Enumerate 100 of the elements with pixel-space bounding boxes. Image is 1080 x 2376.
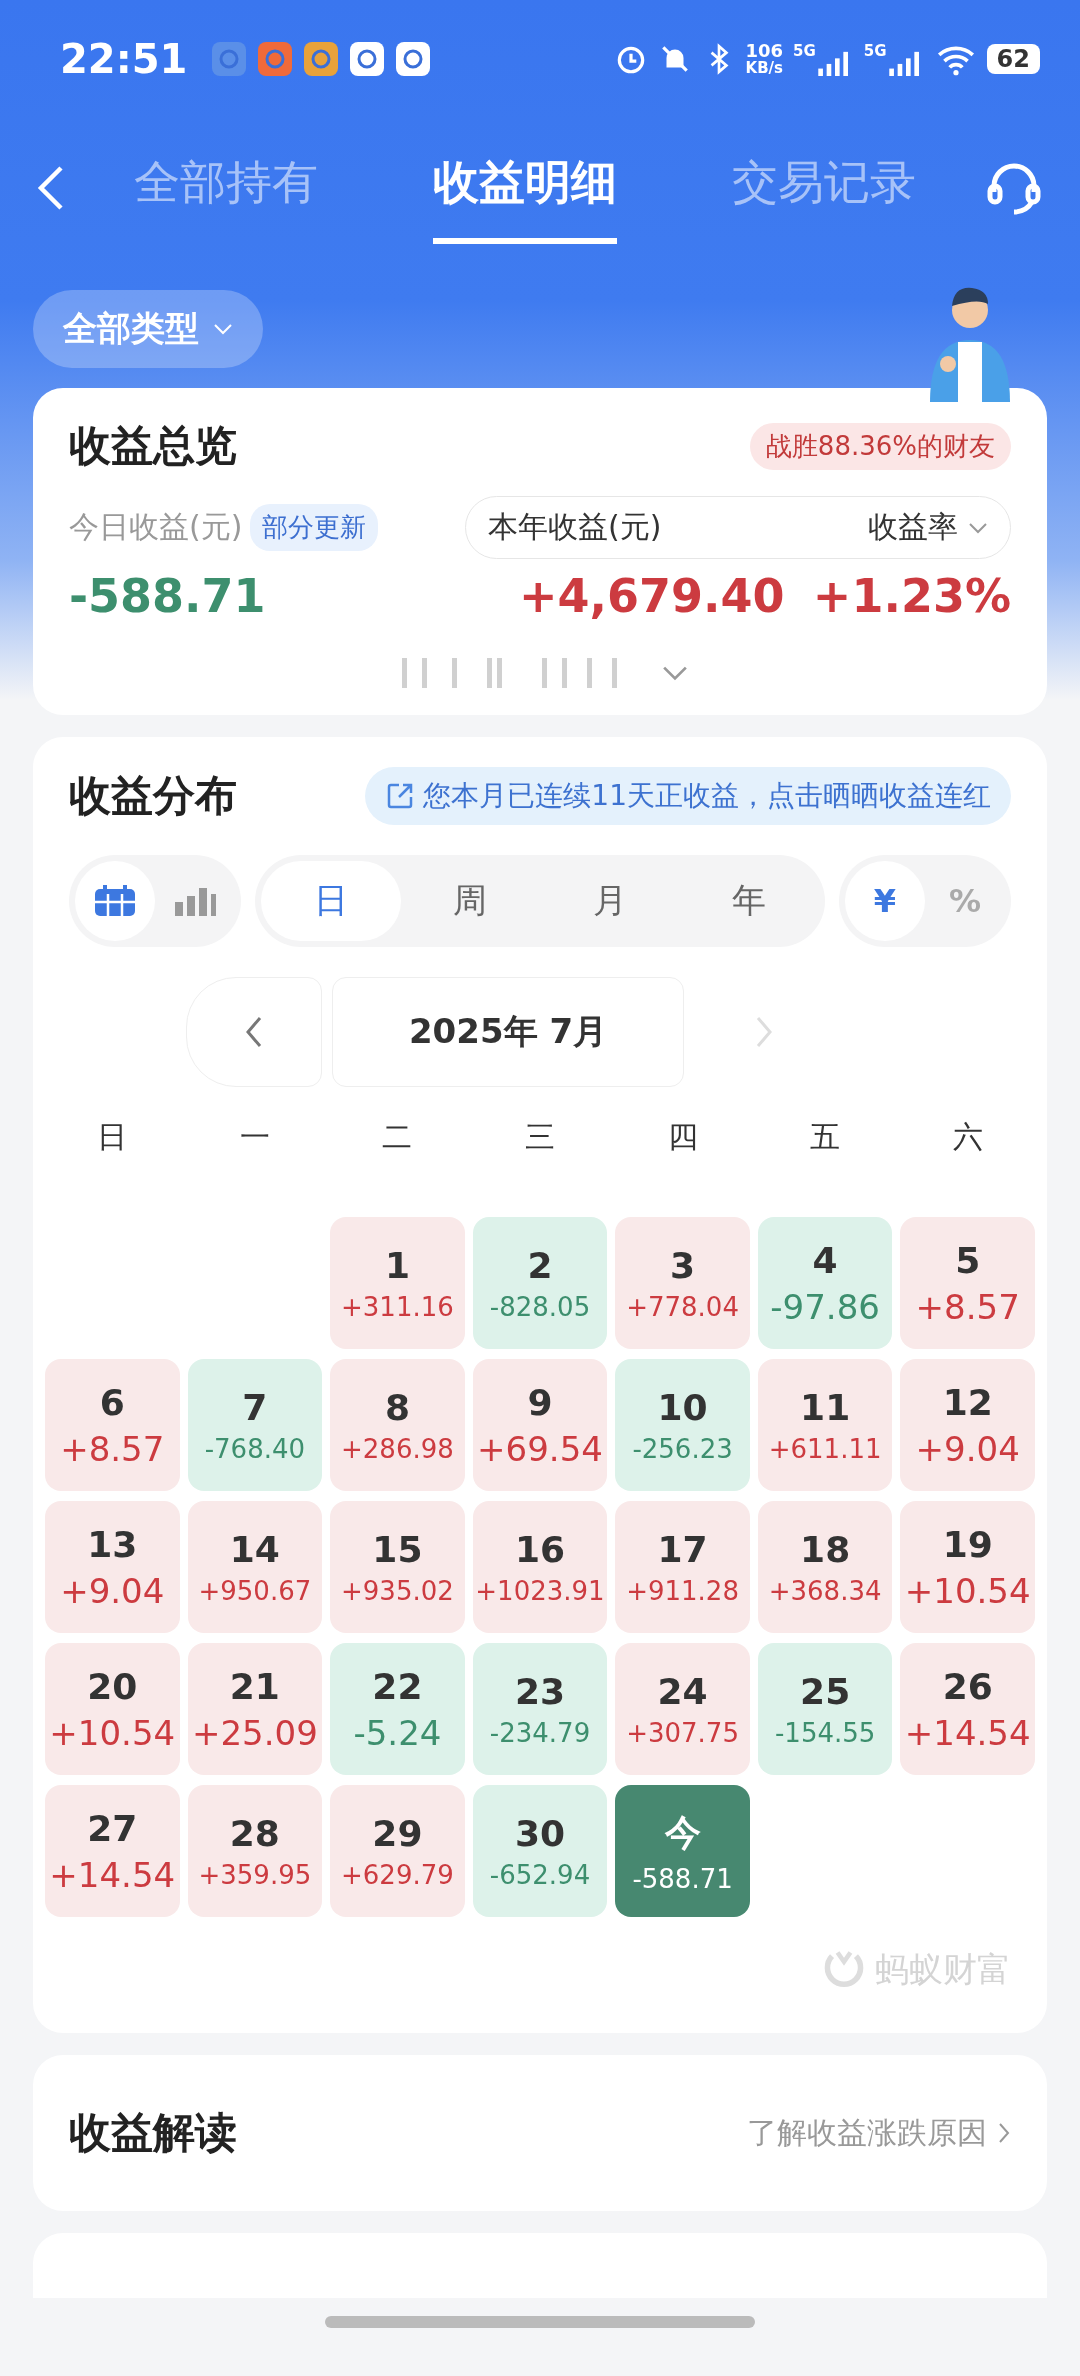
day-profit: +368.34 <box>768 1575 882 1606</box>
day-profit: +950.67 <box>198 1575 312 1606</box>
day-number: 25 <box>800 1670 851 1712</box>
calendar-day[interactable]: 1 +311.16 <box>330 1217 465 1349</box>
day-number: 18 <box>800 1528 851 1570</box>
network-type: 5G <box>793 42 816 60</box>
share-banner[interactable]: 您本月已连续11天正收益，点击晒晒收益连红 <box>365 767 1011 825</box>
period-tab[interactable]: 周 <box>400 861 540 941</box>
day-profit: -97.86 <box>770 1286 880 1327</box>
calendar-day[interactable]: 9 +69.54 <box>472 1359 608 1491</box>
day-profit: +9.04 <box>915 1428 1020 1469</box>
period-tab[interactable]: 日 <box>261 861 401 941</box>
net-speed: 106 <box>745 41 784 61</box>
calendar-day[interactable]: 2 -828.05 <box>472 1217 608 1349</box>
day-profit: -5.24 <box>353 1712 442 1753</box>
day-profit: -828.05 <box>489 1291 591 1322</box>
card-title: 收益分布 <box>69 770 237 822</box>
net-unit: KB/s <box>745 60 784 77</box>
day-number: 22 <box>372 1665 423 1707</box>
day-number: 4 <box>812 1239 838 1281</box>
calendar-day[interactable]: 21 +25.09 <box>187 1643 323 1775</box>
calendar-day[interactable]: 22 -5.24 <box>330 1643 465 1775</box>
calendar-day[interactable]: 6 +8.57 <box>45 1359 180 1491</box>
calendar-day[interactable]: 25 -154.55 <box>757 1643 893 1775</box>
weekday-label: 二 <box>381 1118 414 1156</box>
calendar-day[interactable]: 30 -652.94 <box>472 1785 608 1917</box>
day-profit: +25.09 <box>191 1712 318 1753</box>
calendar-day[interactable]: 28 +359.95 <box>187 1785 323 1917</box>
period-tab[interactable]: 月 <box>540 861 680 941</box>
status-time: 22:51 <box>60 36 188 82</box>
calendar-day[interactable]: 18 +368.34 <box>757 1501 893 1633</box>
day-number: 29 <box>372 1812 423 1854</box>
day-profit: +9.04 <box>60 1570 165 1611</box>
calendar-day[interactable]: 23 -234.79 <box>472 1643 608 1775</box>
day-number: 24 <box>657 1670 708 1712</box>
period-tab[interactable]: 年 <box>679 861 819 941</box>
day-number: 今 <box>664 1810 701 1855</box>
weekday-label: 三 <box>524 1118 556 1156</box>
day-profit: +8.57 <box>915 1286 1020 1327</box>
day-profit: +611.11 <box>768 1433 882 1464</box>
calendar-day[interactable]: 今 -588.71 <box>615 1785 750 1917</box>
rank-badge: 战胜88.36%的财友 <box>749 422 1011 470</box>
calendar-day[interactable]: 4 -97.86 <box>757 1217 893 1349</box>
day-profit: +311.16 <box>341 1291 454 1322</box>
day-profit: -234.79 <box>489 1717 591 1748</box>
calendar-day[interactable]: 3 +778.04 <box>615 1217 750 1349</box>
calendar-day[interactable]: 14 +950.67 <box>187 1501 323 1633</box>
day-number: 5 <box>955 1239 981 1281</box>
day-profit: +14.54 <box>49 1854 176 1895</box>
day-number: 23 <box>514 1670 566 1712</box>
day-profit: +14.54 <box>904 1712 1031 1753</box>
tab[interactable]: 收益明细 <box>433 132 617 244</box>
day-profit: -154.55 <box>774 1717 876 1748</box>
calendar-day[interactable]: 29 +629.79 <box>330 1785 465 1917</box>
day-profit: +286.98 <box>341 1433 454 1464</box>
weekday-label: 五 <box>809 1118 842 1156</box>
day-profit: -588.71 <box>632 1863 733 1894</box>
day-profit: +1023.91 <box>475 1575 605 1606</box>
rate-label: 收益率 <box>868 508 958 546</box>
day-profit: +629.79 <box>341 1859 454 1890</box>
unit-toggle[interactable]: ¥ <box>845 861 925 941</box>
rate-value: +1.23% <box>812 569 1011 623</box>
day-number: 17 <box>657 1528 708 1570</box>
day-number: 15 <box>372 1528 423 1570</box>
calendar-day[interactable]: 10 -256.23 <box>615 1359 750 1491</box>
day-number: 3 <box>670 1244 696 1286</box>
calendar-day[interactable]: 11 +611.11 <box>757 1359 893 1491</box>
calendar-day[interactable]: 27 +14.54 <box>45 1785 180 1917</box>
year-label: 本年收益(元) <box>488 508 662 546</box>
day-number: 2 <box>527 1244 553 1286</box>
today-value: -588.71 <box>69 569 266 623</box>
day-number: 12 <box>942 1381 993 1423</box>
day-profit: -768.40 <box>204 1433 306 1464</box>
network-type: 5G <box>863 42 887 60</box>
calendar-day[interactable]: 8 +286.98 <box>330 1359 465 1491</box>
calendar-day[interactable]: 13 +9.04 <box>45 1501 180 1633</box>
calendar-day[interactable]: 16 +1023.91 <box>472 1501 608 1633</box>
calendar-day[interactable]: 15 +935.02 <box>330 1501 465 1633</box>
calendar-day[interactable]: 12 +9.04 <box>900 1359 1035 1491</box>
calendar-day[interactable]: 24 +307.75 <box>615 1643 750 1775</box>
weekday-label: 四 <box>666 1118 699 1156</box>
day-profit: +69.54 <box>477 1428 603 1469</box>
calendar-day[interactable]: 17 +911.28 <box>615 1501 750 1633</box>
weekday-label: 六 <box>951 1118 984 1156</box>
today-label: 今日收益(元) <box>69 508 243 546</box>
day-profit: +911.28 <box>626 1575 739 1606</box>
calendar-day[interactable]: 19 +10.54 <box>900 1501 1035 1633</box>
day-number: 16 <box>514 1528 566 1570</box>
day-number: 7 <box>242 1386 268 1428</box>
calendar-day[interactable]: 7 -768.40 <box>187 1359 323 1491</box>
day-number: 11 <box>800 1386 851 1428</box>
day-profit: +8.57 <box>60 1428 165 1469</box>
calendar-day[interactable]: 5 +8.57 <box>900 1217 1035 1349</box>
day-profit: +935.02 <box>341 1575 454 1606</box>
calendar-day[interactable]: 26 +14.54 <box>900 1643 1035 1775</box>
day-profit: +10.54 <box>904 1570 1031 1611</box>
day-profit: +778.04 <box>626 1291 739 1322</box>
day-number: 13 <box>87 1523 138 1565</box>
card-title: 收益解读 <box>69 2107 237 2159</box>
calendar-day[interactable]: 20 +10.54 <box>45 1643 180 1775</box>
